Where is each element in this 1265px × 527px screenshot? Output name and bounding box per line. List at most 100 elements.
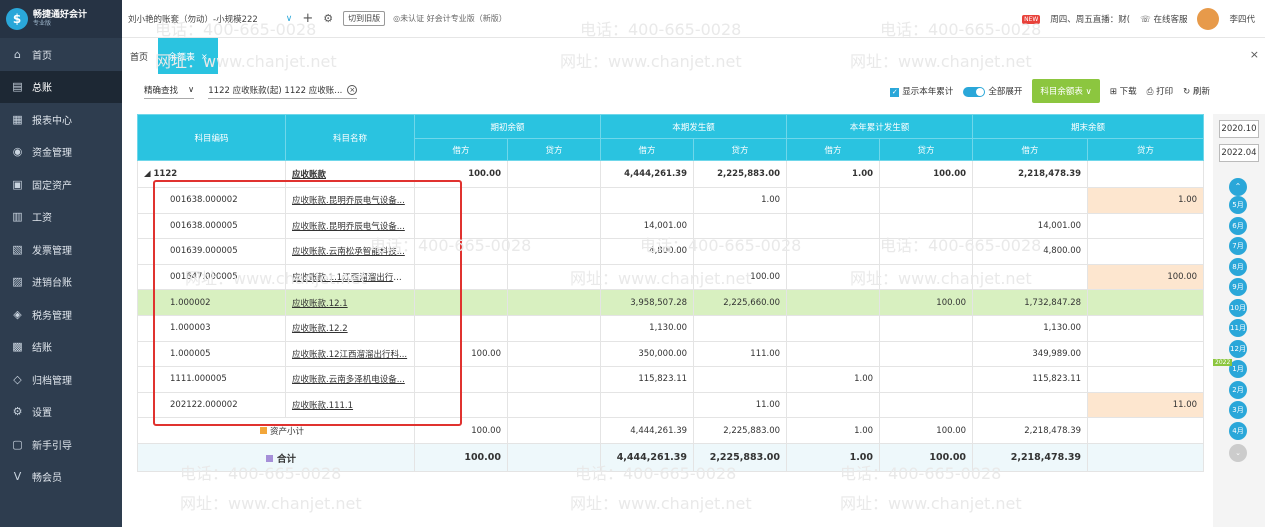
month-button[interactable]: 9月 bbox=[1229, 278, 1247, 296]
amount-o-d bbox=[414, 238, 508, 265]
amount-c-c bbox=[1087, 289, 1205, 316]
amount-o-c bbox=[506, 263, 602, 291]
ledger-icon: ▤ bbox=[12, 80, 23, 94]
tab-close-icon[interactable]: × bbox=[201, 52, 208, 61]
month-button[interactable]: 12月 bbox=[1229, 339, 1247, 358]
sidebar-item-2[interactable]: ▦ 报表中心 bbox=[0, 103, 122, 136]
sidebar-item-13[interactable]: V 畅会员 bbox=[0, 461, 122, 494]
avatar[interactable] bbox=[1197, 8, 1220, 30]
amount-p-c: 111.00 bbox=[693, 340, 788, 368]
promo-link[interactable]: 周四、周五直播：财( bbox=[1050, 13, 1130, 25]
account-name-link[interactable]: 应收账款.12江西溜溜出行科... bbox=[285, 340, 415, 368]
download-button[interactable]: ⊞ 下载 bbox=[1110, 85, 1137, 97]
subtotal-icon bbox=[260, 426, 267, 434]
account-range-input[interactable]: 1122 应收账款(起) 1122 应收账... × bbox=[208, 84, 358, 99]
month-button[interactable]: 8月 bbox=[1229, 257, 1247, 276]
account-dropdown-icon[interactable]: ∨ bbox=[286, 14, 293, 24]
search-mode-select[interactable]: 精确查找 ∨ bbox=[144, 84, 195, 99]
add-icon[interactable]: + bbox=[302, 11, 313, 26]
table-row[interactable]: 1.000003 应收账款.12.2 1,130.00 1,130.00 bbox=[137, 314, 1205, 342]
sidebar-item-11[interactable]: ⚙ 设置 bbox=[0, 396, 122, 429]
scroll-up-icon[interactable]: ⌃ bbox=[1229, 178, 1247, 196]
table-row[interactable]: 001638.000005 应收账款.昆明乔辰电气设备... 14,001.00 14… bbox=[137, 212, 1205, 240]
sidebar-item-5[interactable]: ▥ 工资 bbox=[0, 201, 122, 234]
month-button[interactable]: 11月 bbox=[1229, 319, 1247, 337]
switch-old-version-button[interactable]: 切到旧版 bbox=[343, 11, 386, 26]
amount-p-d: 3,958,507.28 bbox=[600, 289, 695, 316]
account-name-link[interactable]: 应收账款.云南多泽机电设备... bbox=[285, 366, 415, 393]
customer-service-link[interactable]: ☏ 在线客服 bbox=[1140, 13, 1187, 25]
settings-icon[interactable]: ⚙ bbox=[323, 12, 333, 25]
amount-o-d bbox=[414, 187, 508, 214]
sidebar-item-4[interactable]: ▣ 固定资产 bbox=[0, 168, 122, 201]
sidebar-item-8[interactable]: ◈ 税务管理 bbox=[0, 298, 122, 331]
account-name-link[interactable]: 应收账款 bbox=[285, 160, 415, 188]
period-start[interactable]: 2020.10 bbox=[1219, 120, 1259, 138]
amount-c-c bbox=[1087, 443, 1205, 473]
show-year-checkbox[interactable]: ✓ 显示本年累计 bbox=[890, 85, 953, 97]
account-name-link[interactable]: 应收账款.111.1 bbox=[285, 391, 415, 419]
certification-note[interactable]: ◎未认证 好会计专业版（新版） bbox=[393, 13, 507, 24]
table-row[interactable]: 1.000005 应收账款.12江西溜溜出行科... 100.00 350,000.0… bbox=[137, 340, 1205, 368]
amount-o-d bbox=[414, 391, 508, 419]
user-name[interactable]: 李四代 bbox=[1229, 13, 1255, 25]
period-end[interactable]: 2022.04 bbox=[1219, 144, 1259, 162]
amount-o-c bbox=[506, 187, 602, 214]
print-label: 打印 bbox=[1156, 87, 1174, 97]
account-name-link[interactable]: 应收账款.云南松承智能科技... bbox=[285, 238, 415, 265]
month-button[interactable]: 4月 bbox=[1229, 421, 1247, 440]
sidebar-item-label: 新手引导 bbox=[32, 440, 72, 452]
print-button[interactable]: ⎙ 打印 bbox=[1147, 85, 1174, 97]
account-name-link[interactable]: 应收账款.昆明乔辰电气设备... bbox=[285, 212, 415, 240]
balance-report-dropdown[interactable]: 科目余额表 ∨ bbox=[1032, 79, 1100, 103]
amount-y-c bbox=[879, 366, 974, 393]
account-name-link[interactable]: 应收账款.昆明乔辰电气设备... bbox=[285, 187, 415, 214]
expand-all-toggle[interactable]: 全部展开 bbox=[963, 85, 1022, 97]
table-row[interactable]: 1.000002 应收账款.12.1 3,958,507.28 2,225,660.0… bbox=[137, 289, 1205, 316]
sidebar-item-10[interactable]: ◇ 归档管理 bbox=[0, 363, 122, 396]
tab-balance-sheet[interactable]: 余额表 × bbox=[158, 38, 218, 74]
account-name-link[interactable]: 应收账款.12.1 bbox=[285, 289, 415, 316]
sidebar-item-7[interactable]: ▨ 进销台账 bbox=[0, 266, 122, 299]
month-button[interactable]: 3月 bbox=[1229, 401, 1247, 419]
sidebar-item-12[interactable]: ▢ 新手引导 bbox=[0, 428, 122, 461]
month-button[interactable]: 7月 bbox=[1229, 237, 1247, 255]
month-button[interactable]: 5月 bbox=[1229, 196, 1247, 214]
clear-icon[interactable]: × bbox=[347, 84, 358, 95]
table-row[interactable]: 1111.000005 应收账款.云南多泽机电设备... 115,823.11 1.0… bbox=[137, 366, 1205, 393]
tab-home[interactable]: 首页 bbox=[130, 50, 148, 63]
month-button[interactable]: 2月 bbox=[1229, 380, 1247, 399]
amount-c-c bbox=[1087, 417, 1205, 445]
account-name-link[interactable]: 应收账款.12.2 bbox=[285, 314, 415, 342]
sidebar-item-1[interactable]: ▤ 总账 bbox=[0, 70, 122, 103]
total-row[interactable]: 合计 100.00 4,444,261.39 2,225,883.00 1.00 100.… bbox=[137, 443, 1205, 473]
amount-y-d: 1.00 bbox=[786, 160, 881, 188]
sidebar-item-0[interactable]: ⌂ 首页 bbox=[0, 38, 122, 71]
row-label: 合计 bbox=[137, 443, 415, 473]
amount-y-c bbox=[879, 187, 974, 214]
table-row[interactable]: 001639.000005 应收账款.云南松承智能科技... 4,800.00 4,8… bbox=[137, 238, 1205, 265]
brand-logo: $ 畅捷通好会计 专业版 bbox=[0, 0, 122, 38]
balance-table: 科目编码 科目名称 期初余额 本期发生额 本年累计发生额 期末余额 借方 贷方 … bbox=[137, 114, 1205, 473]
table-row[interactable]: 001647.000005 应收账款.1.1江西溜溜出行科技... 100.00 10… bbox=[137, 263, 1205, 291]
table-row-parent[interactable]: ◢ 1122 应收账款 100.00 4,444,261.39 2,225,883.00… bbox=[137, 160, 1205, 188]
download-icon: ⊞ bbox=[1109, 87, 1117, 97]
amount-c-d: 115,823.11 bbox=[972, 366, 1089, 393]
month-button[interactable]: 6月 bbox=[1229, 216, 1247, 235]
scroll-down-icon[interactable]: ⌄ bbox=[1229, 444, 1247, 462]
month-button[interactable]: 10月 bbox=[1229, 298, 1247, 317]
sidebar-item-6[interactable]: ▧ 发票管理 bbox=[0, 233, 122, 266]
sidebar-item-3[interactable]: ◉ 资金管理 bbox=[0, 136, 122, 169]
sidebar-item-label: 固定资产 bbox=[32, 180, 72, 192]
subtotal-row[interactable]: 资产小计 100.00 4,444,261.39 2,225,883.00 1.00 10… bbox=[137, 417, 1205, 445]
sidebar-item-9[interactable]: ▩ 结账 bbox=[0, 331, 122, 364]
account-name-link[interactable]: 应收账款.1.1江西溜溜出行科技... bbox=[285, 263, 415, 291]
account-code: 001638.000005 bbox=[137, 212, 286, 240]
tab-balance-label: 余额表 bbox=[168, 52, 196, 63]
salary-icon: ▥ bbox=[12, 210, 23, 224]
refresh-button[interactable]: ↻ 刷新 bbox=[1183, 85, 1210, 97]
sidebar-item-label: 发票管理 bbox=[32, 245, 72, 257]
close-icon[interactable]: × bbox=[1250, 48, 1259, 61]
table-row[interactable]: 001638.000002 应收账款.昆明乔辰电气设备... 1.00 1.00 bbox=[137, 187, 1205, 214]
table-row[interactable]: 202122.000002 应收账款.111.1 11.00 11.00 bbox=[137, 391, 1205, 419]
